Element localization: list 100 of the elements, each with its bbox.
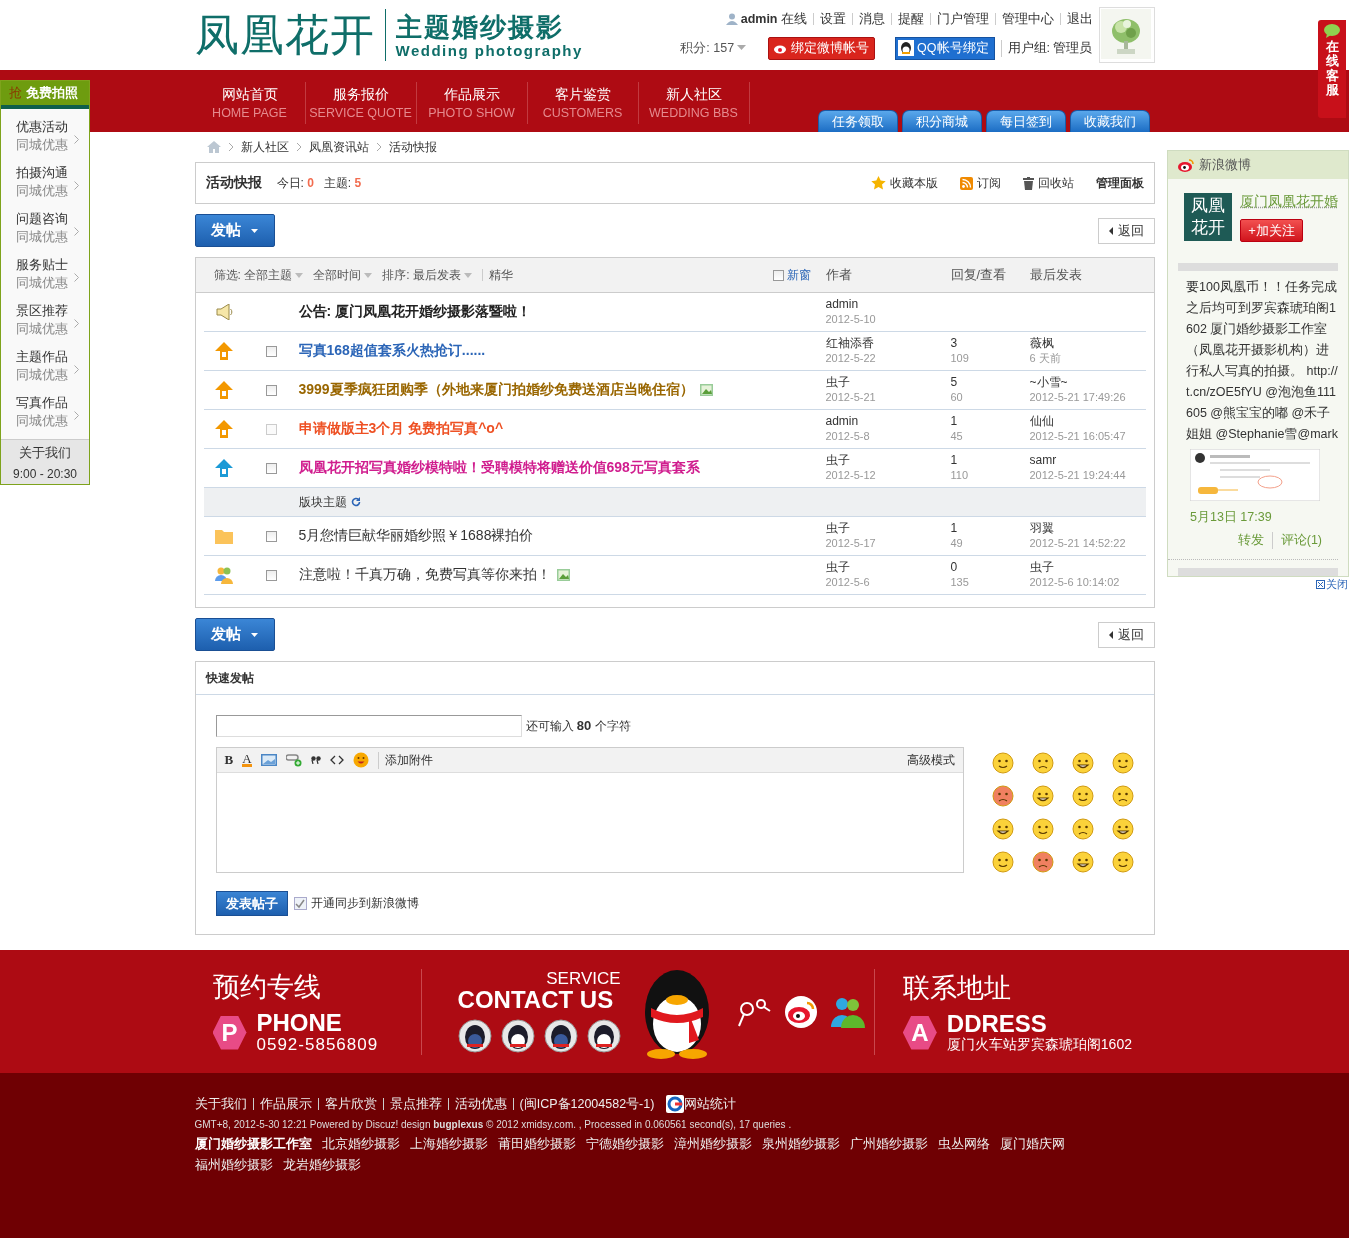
friend-link[interactable]: 宁德婚纱摄影 bbox=[585, 1136, 664, 1153]
user-menu-link[interactable]: 退出 bbox=[1059, 13, 1093, 25]
emoticon-icon[interactable] bbox=[1031, 818, 1054, 840]
site-logo[interactable]: 凤凰花开 bbox=[194, 5, 375, 65]
footer-link[interactable]: 活动优惠 bbox=[447, 1098, 513, 1110]
user-menu-link[interactable]: 管理中心 bbox=[994, 13, 1060, 25]
nav-link[interactable]: 服务报价 SERVICE QUOTE bbox=[305, 82, 417, 124]
checkbox[interactable] bbox=[265, 384, 277, 396]
friend-link[interactable]: 莆田婚纱摄影 bbox=[497, 1136, 576, 1153]
close-link[interactable]: 关闭 bbox=[1316, 577, 1348, 592]
author-link[interactable]: 虫子 bbox=[825, 375, 951, 390]
footer-link[interactable]: 客片欣赏 bbox=[317, 1098, 383, 1110]
friend-link[interactable]: 上海婚纱摄影 bbox=[409, 1136, 488, 1153]
last-poster-link[interactable]: ~小雪~ bbox=[1029, 375, 1146, 390]
follow-button[interactable]: +加关注 bbox=[1240, 219, 1303, 242]
promo-menu-item[interactable]: 服务贴士 同城优惠 bbox=[1, 251, 89, 297]
weibo-icon[interactable] bbox=[782, 994, 819, 1029]
emoticon-icon[interactable] bbox=[991, 752, 1014, 774]
author-link[interactable]: 虫子 bbox=[825, 453, 951, 468]
bind-weibo-button[interactable]: 绑定微博帐号 bbox=[768, 36, 876, 60]
friend-link[interactable]: 漳州婚纱摄影 bbox=[673, 1136, 752, 1153]
thread-title-link[interactable]: 公告: 厦门凤凰花开婚纱摄影落暨啦！ bbox=[298, 303, 532, 321]
qq-contact-icon[interactable] bbox=[543, 1019, 578, 1053]
nav-tab[interactable]: 收藏我们 bbox=[1069, 110, 1150, 132]
checkbox[interactable] bbox=[772, 269, 784, 281]
back-button[interactable]: 返回 bbox=[1097, 217, 1155, 244]
promo-menu-item[interactable]: 主题作品 同城优惠 bbox=[1, 343, 89, 389]
nav-tab[interactable]: 任务领取 bbox=[817, 110, 898, 132]
avatar[interactable] bbox=[1098, 7, 1155, 63]
footer-link[interactable]: 景点推荐 bbox=[382, 1098, 448, 1110]
filter-dropdown[interactable]: 排序: 最后发表 bbox=[382, 266, 472, 284]
about-link[interactable]: 关于我们 bbox=[19, 444, 71, 462]
emoticon-icon[interactable] bbox=[1071, 785, 1094, 807]
emoticon-icon[interactable] bbox=[1111, 785, 1134, 807]
friend-link[interactable]: 厦门婚庆网 bbox=[999, 1136, 1065, 1153]
promo-menu-item[interactable]: 问题咨询 同城优惠 bbox=[1, 205, 89, 251]
promo-menu-item[interactable]: 拍摄沟通 同城优惠 bbox=[1, 159, 89, 205]
last-poster-link[interactable]: samr bbox=[1029, 453, 1146, 468]
emoticon-icon[interactable] bbox=[1111, 851, 1134, 873]
font-color-button[interactable]: A bbox=[242, 753, 252, 767]
emoticon-icon[interactable] bbox=[1071, 818, 1094, 840]
forum-action-link[interactable]: 回收站 bbox=[1022, 174, 1074, 192]
message-editor[interactable]: B A 添加附件 高级模式 bbox=[215, 747, 964, 873]
qq-contact-icon[interactable] bbox=[586, 1019, 621, 1053]
bold-button[interactable]: B bbox=[224, 752, 234, 768]
forum-action-link[interactable]: 订阅 bbox=[959, 174, 1001, 192]
add-attachment-link[interactable]: 添加附件 bbox=[377, 751, 433, 769]
last-poster-link[interactable]: 羽翼 bbox=[1029, 521, 1146, 536]
emoticon-icon[interactable] bbox=[1071, 752, 1094, 774]
statistics-icon[interactable] bbox=[666, 1095, 685, 1113]
thread-title-link[interactable]: 注意啦！千真万确，免费写真等你来拍！ bbox=[298, 566, 551, 584]
nav-tab[interactable]: 积分商城 bbox=[901, 110, 982, 132]
quote-icon[interactable] bbox=[310, 756, 321, 764]
filter-dropdown[interactable]: 精华 bbox=[481, 269, 513, 281]
author-link[interactable]: 虫子 bbox=[825, 560, 951, 575]
online-service-tab[interactable]: 在线客服 bbox=[1318, 20, 1346, 118]
emoticon-icon[interactable] bbox=[1031, 752, 1054, 774]
user-menu-link[interactable]: 设置 bbox=[812, 13, 852, 25]
checkbox[interactable] bbox=[265, 530, 277, 542]
emoticon-icon[interactable] bbox=[991, 818, 1014, 840]
submit-post-button[interactable]: 发表帖子 bbox=[215, 891, 288, 916]
qq-contact-icon[interactable] bbox=[457, 1019, 492, 1053]
nav-tab[interactable]: 每日签到 bbox=[985, 110, 1066, 132]
promo-menu-item[interactable]: 景区推荐 同城优惠 bbox=[1, 297, 89, 343]
filter-dropdown[interactable]: 全部时间 bbox=[313, 266, 373, 284]
emoticon-icon[interactable] bbox=[991, 851, 1014, 873]
friend-link[interactable]: 龙岩婚纱摄影 bbox=[282, 1157, 361, 1174]
subject-field[interactable] bbox=[215, 715, 522, 737]
friend-link[interactable]: 福州婚纱摄影 bbox=[194, 1157, 273, 1174]
emoticon-icon[interactable] bbox=[1031, 851, 1054, 873]
thread-title-link[interactable]: 3999夏季疯狂团购季（外地来厦门拍婚纱免费送酒店当晚住宿） bbox=[298, 381, 694, 399]
points-dropdown[interactable]: 积分: 157 bbox=[680, 39, 747, 57]
new-window-link[interactable]: 新窗 bbox=[786, 266, 811, 284]
smiley-icon[interactable] bbox=[352, 752, 369, 768]
code-icon[interactable] bbox=[329, 755, 344, 765]
footer-link[interactable]: 关于我们 bbox=[194, 1098, 253, 1110]
forum-action-link[interactable]: 收藏本版 bbox=[870, 174, 938, 192]
friend-link[interactable]: 虫丛网络 bbox=[937, 1136, 990, 1153]
footer-link[interactable]: (闽ICP备12004582号-1) bbox=[512, 1098, 661, 1110]
nav-link[interactable]: 新人社区 WEDDING BBS bbox=[638, 82, 750, 124]
author-link[interactable]: admin bbox=[825, 297, 951, 312]
friend-link[interactable]: 广州婚纱摄影 bbox=[849, 1136, 928, 1153]
thread-title-link[interactable]: 5月您情巨献华丽婚纱照￥1688裸拍价 bbox=[298, 527, 534, 545]
promo-menu-item[interactable]: 写真作品 同城优惠 bbox=[1, 389, 89, 435]
user-menu-link[interactable]: 门户管理 bbox=[929, 13, 995, 25]
image-icon[interactable] bbox=[260, 754, 277, 766]
emoticon-icon[interactable] bbox=[1111, 752, 1134, 774]
last-poster-link[interactable]: 虫子 bbox=[1029, 560, 1146, 575]
user-menu-link[interactable]: 消息 bbox=[851, 13, 891, 25]
last-poster-link[interactable]: 薇枫 bbox=[1029, 336, 1146, 351]
filter-dropdown[interactable]: 筛选: 全部主题 bbox=[213, 266, 304, 284]
back-button[interactable]: 返回 bbox=[1097, 621, 1155, 648]
emoticon-icon[interactable] bbox=[1031, 785, 1054, 807]
thread-title-link[interactable]: 写真168超值套系火热抢订...... bbox=[298, 342, 486, 360]
promo-menu-item[interactable]: 优惠活动 同城优惠 bbox=[1, 113, 89, 159]
checkbox[interactable] bbox=[265, 345, 277, 357]
emoticon-icon[interactable] bbox=[991, 785, 1014, 807]
new-post-button[interactable]: 发帖 bbox=[194, 214, 275, 247]
nav-link[interactable]: 网站首页 HOME PAGE bbox=[194, 82, 306, 124]
advanced-mode-link[interactable]: 高级模式 bbox=[906, 751, 955, 769]
